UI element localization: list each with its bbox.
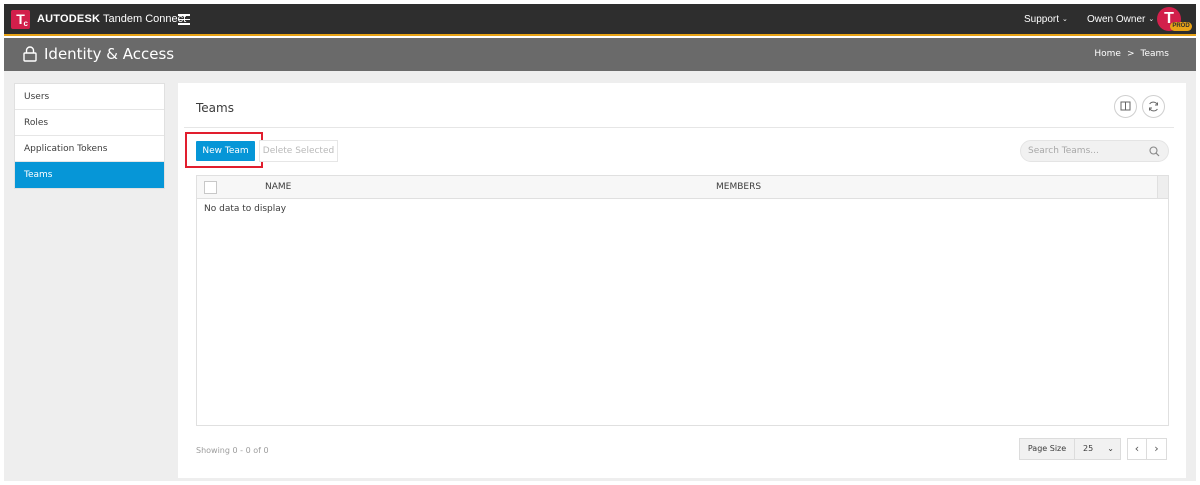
breadcrumb-home[interactable]: Home	[1094, 49, 1121, 59]
empty-table-message: No data to display	[204, 204, 287, 214]
chevron-down-icon: ⌄	[1107, 444, 1114, 453]
page-size-label: Page Size	[1019, 438, 1075, 460]
table-header: NAME MEMBERS	[197, 176, 1168, 199]
sidebar-item-label: Roles	[24, 118, 49, 128]
brand-name: AUTODESK	[37, 13, 101, 25]
hamburger-menu-icon[interactable]	[178, 14, 190, 25]
sidebar-item-teams[interactable]: Teams	[15, 162, 164, 188]
environment-badge: PROD	[1170, 22, 1192, 31]
columns-icon	[1120, 101, 1131, 111]
sidebar-item-label: Users	[24, 92, 50, 102]
column-header-name[interactable]: NAME	[265, 182, 291, 193]
page-title: Identity & Access	[44, 45, 175, 63]
page-size-select[interactable]: 25 ⌄	[1075, 438, 1121, 460]
user-menu[interactable]: Owen Owner ⌄	[1087, 14, 1154, 26]
chevron-right-icon: ›	[1154, 442, 1159, 455]
lock-icon	[23, 46, 37, 62]
search-input[interactable]: Search Teams...	[1020, 140, 1169, 162]
pagination-controls: Page Size 25 ⌄ ‹ ›	[1019, 438, 1167, 460]
tandem-logo-icon[interactable]: Tc	[11, 10, 30, 29]
new-team-button[interactable]: New Team	[196, 141, 255, 161]
breadcrumb-separator: >	[1126, 49, 1135, 59]
breadcrumb: Home > Teams	[1094, 49, 1169, 60]
column-chooser-button[interactable]	[1114, 95, 1137, 118]
search-icon[interactable]	[1149, 146, 1160, 157]
sidebar-item-label: Teams	[24, 170, 53, 180]
select-all-checkbox[interactable]	[204, 181, 217, 194]
user-name: Owen Owner	[1087, 14, 1146, 25]
page-size-value: 25	[1083, 444, 1094, 453]
sidebar-item-roles[interactable]: Roles	[15, 110, 164, 136]
refresh-button[interactable]	[1142, 95, 1165, 118]
previous-page-button[interactable]: ‹	[1127, 438, 1147, 460]
sidebar-item-label: Application Tokens	[24, 144, 108, 154]
top-navigation-bar: Tc AUTODESK Tandem Connect Support ⌄ Owen…	[4, 4, 1196, 36]
pagination-summary: Showing 0 - 0 of 0	[196, 446, 269, 455]
breadcrumb-current: Teams	[1140, 49, 1169, 59]
support-menu[interactable]: Support ⌄	[1024, 14, 1068, 26]
product-name: Tandem Connect	[103, 13, 187, 25]
column-header-members[interactable]: MEMBERS	[716, 182, 761, 193]
support-label: Support	[1024, 14, 1060, 25]
teams-panel: Teams New Team Delete Selected Search Te…	[178, 83, 1186, 478]
sidebar-item-application-tokens[interactable]: Application Tokens	[15, 136, 164, 162]
sidebar: Users Roles Application Tokens Teams	[14, 83, 165, 189]
next-page-button[interactable]: ›	[1147, 438, 1167, 460]
brand-title[interactable]: AUTODESK Tandem Connect	[37, 13, 186, 26]
chevron-down-icon: ⌄	[1148, 16, 1155, 23]
refresh-icon	[1149, 101, 1158, 112]
sidebar-item-users[interactable]: Users	[15, 84, 164, 110]
chevron-down-icon: ⌄	[1062, 16, 1068, 23]
teams-table: NAME MEMBERS No data to display	[196, 175, 1169, 426]
chevron-left-icon: ‹	[1134, 442, 1140, 455]
logo-subscript: c	[23, 19, 28, 28]
delete-selected-button[interactable]: Delete Selected	[259, 140, 338, 162]
page-header: Identity & Access Home > Teams	[4, 38, 1196, 71]
search-placeholder: Search Teams...	[1028, 146, 1099, 156]
panel-title: Teams	[196, 101, 234, 115]
header-scrollbar-gutter	[1157, 176, 1168, 198]
divider	[184, 127, 1174, 128]
